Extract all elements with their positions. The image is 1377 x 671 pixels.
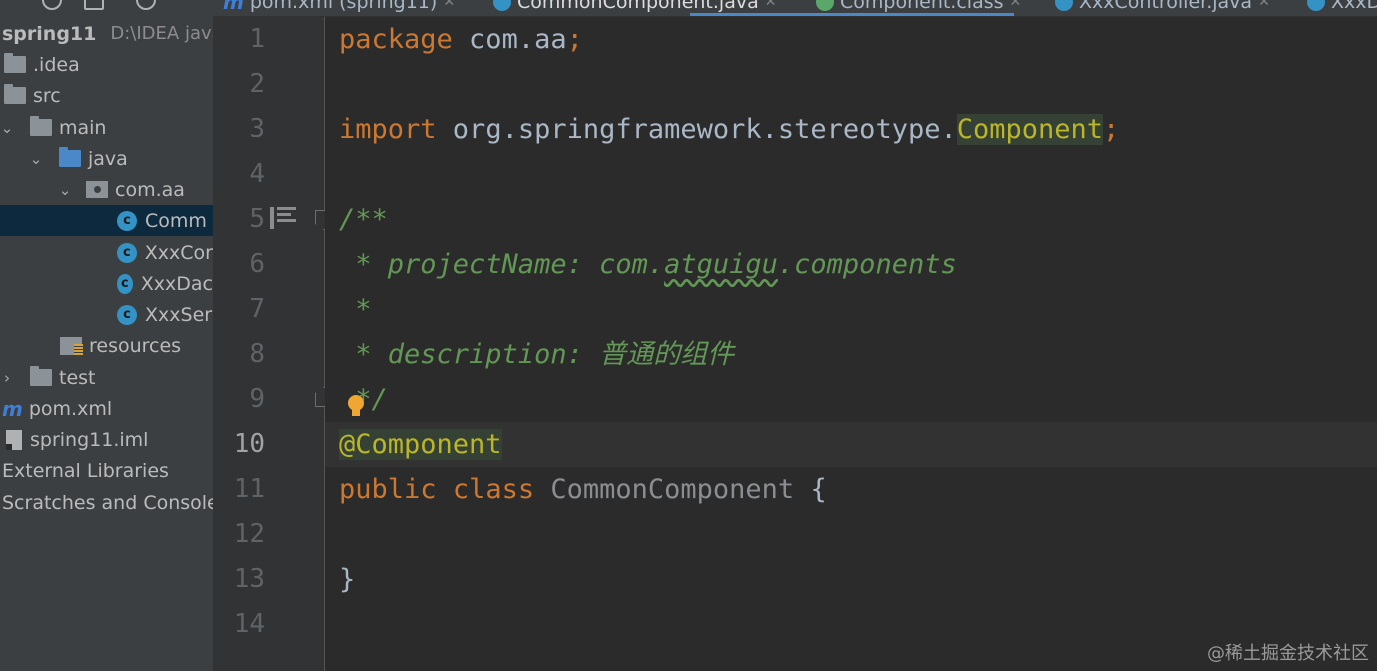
tree-item-java[interactable]: ⌄ java [0,143,213,174]
tree-item-xxxcontroller[interactable]: c XxxCor [0,237,213,268]
rendered-doc-toggle-icon[interactable] [270,207,296,229]
chevron-down-icon[interactable]: ⌄ [0,119,14,137]
tab-component-class[interactable]: Component.class ✕ [816,0,1022,16]
chevron-right-icon[interactable]: › [0,369,14,387]
line-number: 13 [233,564,265,594]
close-icon[interactable]: ✕ [1258,0,1270,10]
line-number: 8 [249,339,265,369]
tree-item-test[interactable]: › test [0,362,213,393]
tab-xxxcontroller-java[interactable]: XxxController.java ✕ [1055,0,1270,16]
maven-icon: m [2,396,23,421]
lightbulb-icon[interactable] [347,395,365,419]
code-line-10: @Component [339,429,502,460]
code-line-5: /** [339,204,388,235]
tree-item-src[interactable]: src [0,80,213,111]
line-number: 9 [249,384,265,414]
java-class-icon [1307,0,1325,11]
line-number: 3 [249,114,265,144]
editor-gutter: 1 2 3 4 5 6 7 8 9 10 11 12 13 14 [213,17,333,671]
line-number: 4 [249,159,265,189]
tree-item-resources[interactable]: resources [0,330,213,361]
close-icon[interactable]: ✕ [443,0,455,10]
folder-icon [4,53,26,73]
code-line-3: import org.springframework.stereotype.Co… [339,114,1120,145]
maven-icon: m [223,0,244,14]
code-line-6: * projectName: com.atguigu.components [339,249,957,280]
line-number: 6 [249,249,265,279]
folder-icon [30,366,52,386]
resources-folder-icon [60,336,83,355]
tab-xxxd[interactable]: XxxD [1307,0,1377,16]
tree-item-pom-xml[interactable]: m pom.xml [0,393,213,424]
close-icon[interactable]: ✕ [765,0,777,10]
line-number: 5 [249,204,265,234]
editor-tab-bar: m pom.xml (spring11) ✕ CommonComponent.j… [213,0,1377,17]
module-file-icon [6,429,22,450]
project-toolbar [0,0,213,17]
tree-item-spring11-iml[interactable]: spring11.iml [0,424,213,455]
target-icon[interactable] [42,0,62,10]
tree-project-root[interactable]: spring11 D:\IDEA java [2,18,213,49]
package-icon [86,181,108,198]
tree-item-xxxdao[interactable]: c XxxDac [0,268,213,299]
watermark: @稀土掘金技术社区 [1207,643,1369,664]
java-class-icon [1055,0,1073,11]
line-number: 7 [249,294,265,324]
chevron-down-icon[interactable]: ⌄ [29,150,43,168]
annotation-class-icon [816,0,834,11]
tree-item-commoncomponent[interactable]: c Comm [0,205,213,236]
java-class-icon: c [117,304,137,325]
close-icon[interactable]: ✕ [1010,0,1022,10]
project-tree: spring11 D:\IDEA java .idea src ⌄ main ⌄… [0,17,213,671]
tree-item-idea[interactable]: .idea [0,49,213,80]
tree-item-main[interactable]: ⌄ main [0,112,213,143]
code-line-1: package com.aa; [339,24,583,55]
chevron-down-icon[interactable]: ⌄ [58,181,72,199]
line-number: 14 [233,609,265,639]
line-number-current: 10 [233,429,265,459]
java-class-icon [493,0,511,11]
folder-icon [4,84,26,104]
folder-icon [30,116,52,136]
code-line-8: * description: 普通的组件 [339,339,735,370]
java-class-icon: c [117,242,137,263]
line-number: 1 [249,24,265,54]
java-class-icon: c [117,210,137,231]
line-number: 11 [233,474,265,504]
code-line-7: * [339,294,372,325]
tab-pom-xml[interactable]: m pom.xml (spring11) ✕ [223,0,455,16]
line-number: 2 [249,69,265,99]
code-editor[interactable]: package com.aa; import org.springframewo… [325,17,1377,671]
tree-item-external-libraries[interactable]: External Libraries [2,455,213,486]
code-line-13: } [339,564,356,595]
tree-item-xxxservice[interactable]: c XxxSer [0,299,213,330]
collapse-icon[interactable] [84,0,104,10]
code-line-11: public class CommonComponent { [339,474,827,505]
gear-icon[interactable] [136,0,156,10]
tree-item-com-aa[interactable]: ⌄ com.aa [0,174,213,205]
line-number: 12 [233,519,265,549]
source-folder-icon [59,147,81,167]
tree-item-scratches[interactable]: Scratches and Console [2,487,213,518]
java-class-icon: c [117,273,133,294]
